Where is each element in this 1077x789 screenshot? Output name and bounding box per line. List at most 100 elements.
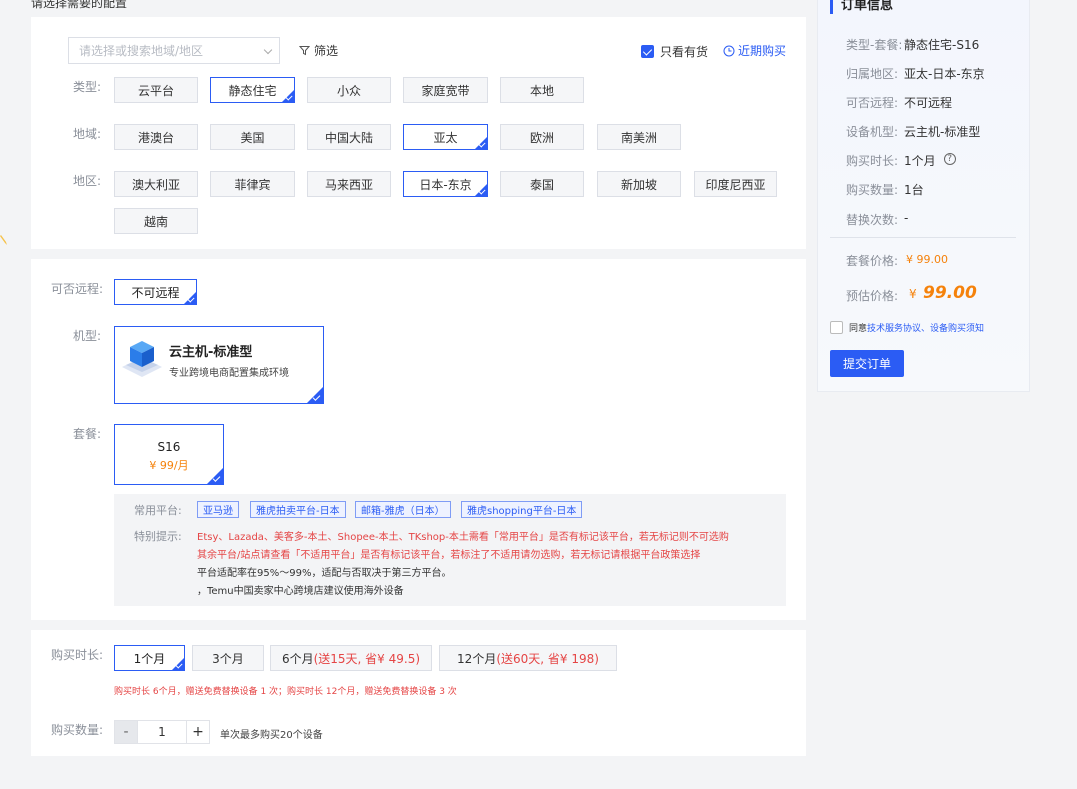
tip-line-3: 平台适配率在95%～99%，适配与否取决于第三方平台。 [197, 568, 452, 579]
help-icon[interactable]: ? [943, 153, 956, 165]
section-title: 请选择需要的配置 [31, 0, 128, 10]
tip-line-2: 其余平台/站点请查看「不适用平台」是否有标记该平台，若标注了不适用请勿选购，若无… [197, 550, 701, 561]
tip-line-1: Etsy、Lazada、美客多-本土、Shopee-本土、TKshop-本土需看… [197, 532, 729, 543]
duration-bonus-note: 购买时长 6个月，赠送免费替换设备 1 次；购买时长 12个月，赠送免费替换设备… [114, 687, 457, 697]
agree-prefix: 同意 [849, 324, 868, 334]
quantity-input[interactable]: 1 [137, 721, 187, 743]
package-name: S16 [157, 440, 181, 454]
package-price-label: 套餐价格: [846, 254, 899, 268]
area-option-thailand[interactable]: 泰国 [500, 171, 584, 197]
filter-icon [299, 46, 310, 56]
clock-icon [723, 45, 735, 56]
area-option-philippines[interactable]: 菲律宾 [210, 171, 295, 197]
duration-option-label: 6个月 [281, 651, 314, 666]
area-option-singapore[interactable]: 新加坡 [597, 171, 681, 197]
order-row-key: 购买数量: [846, 183, 899, 197]
filter-button[interactable]: 筛选 [299, 42, 338, 59]
agree-checkbox[interactable] [830, 321, 843, 334]
order-row-package: 类型-套餐: 静态住宅-S16 [846, 36, 979, 53]
quantity-increment-button[interactable]: + [187, 721, 209, 743]
type-option-local[interactable]: 本地 [500, 77, 584, 103]
in-stock-toggle[interactable]: 只看有货 [641, 43, 708, 60]
order-title: 订单信息 [830, 0, 893, 14]
region-option-usa[interactable]: 美国 [210, 124, 295, 150]
package-price-value: ¥ 99.00 [906, 253, 948, 266]
quantity-limit-note: 单次最多购买20个设备 [220, 730, 323, 741]
divider [830, 237, 1016, 238]
package-card-s16[interactable]: S16 ¥ 99/月 [114, 424, 224, 485]
chevron-down-icon [263, 45, 273, 55]
tip-line-4: ，Temu中国卖家中心跨境店建议使用海外设备 [197, 586, 404, 597]
duration-option-3m[interactable]: 3个月 [192, 645, 264, 671]
quantity-decrement-button[interactable]: - [115, 721, 137, 743]
order-row-value: 静态住宅-S16 [904, 38, 980, 52]
service-agreement-link[interactable]: 技术服务协议 [867, 321, 921, 334]
region-option-hk-mo-tw[interactable]: 港澳台 [114, 124, 198, 150]
order-row-value: 亚太-日本-东京 [904, 67, 985, 81]
duration-option-bonus: (送15天, 省¥ 49.5) [313, 651, 421, 666]
remote-label: 可否远程: [51, 282, 104, 296]
duration-option-label: 3个月 [212, 651, 244, 666]
purchase-notice-link[interactable]: 设备购买须知 [930, 321, 984, 334]
duration-label: 购买时长: [51, 648, 104, 662]
area-option-vietnam[interactable]: 越南 [114, 208, 198, 234]
area-option-malaysia[interactable]: 马来西亚 [307, 171, 391, 197]
duration-option-label: 12个月 [457, 651, 497, 666]
in-stock-label: 只看有货 [660, 45, 709, 59]
order-row-value: 1个月 [904, 154, 936, 168]
order-row-duration: 购买时长: 1个月 ? [846, 152, 956, 169]
estimated-price-value: 99.00 [923, 283, 977, 303]
agreement-row: 同意 技术服务协议 、 设备购买须知 [830, 321, 984, 334]
tip-label: 特别提示: [134, 530, 182, 543]
type-option-niche[interactable]: 小众 [307, 77, 391, 103]
area-label: 地区: [73, 174, 102, 188]
platform-label: 常用平台: [134, 504, 182, 517]
cube-server-icon [122, 341, 162, 377]
region-option-south-america[interactable]: 南美洲 [597, 124, 681, 150]
duration-option-6m[interactable]: 6个月 (送15天, 省¥ 49.5) [270, 645, 432, 671]
region-option-apac[interactable]: 亚太 [403, 124, 488, 150]
submit-order-button[interactable]: 提交订单 [830, 350, 904, 377]
order-row-model: 设备机型: 云主机-标准型 [846, 123, 980, 140]
recent-purchase-link[interactable]: 近期购买 [723, 42, 786, 59]
search-placeholder: 请选择或搜索地域/地区 [79, 44, 204, 58]
platform-info-box: 常用平台: 亚马逊 雅虎拍卖平台-日本 邮箱-雅虎（日本） 雅虎shopping… [114, 494, 786, 606]
order-row-value: 云主机-标准型 [904, 125, 981, 139]
type-label: 类型: [73, 80, 102, 94]
order-row-key: 可否远程: [846, 96, 899, 110]
order-row-key: 归属地区: [846, 67, 899, 81]
area-option-japan-tokyo[interactable]: 日本-东京 [403, 171, 488, 197]
platform-tag-yahoo-mail: 邮箱-雅虎（日本） [355, 501, 451, 518]
region-search-input[interactable]: 请选择或搜索地域/地区 [68, 37, 280, 64]
remote-option-none[interactable]: 不可远程 [114, 279, 197, 305]
config-panel: 请选择或搜索地域/地区 筛选 只看有货 近期购买 类型: 云平台 静态住宅 小众… [31, 17, 806, 249]
type-option-cloud[interactable]: 云平台 [114, 77, 198, 103]
order-row-remote: 可否远程: 不可远程 [846, 94, 952, 111]
platform-tag-yahoo-auction: 雅虎拍卖平台-日本 [250, 501, 346, 518]
package-label: 套餐: [73, 427, 102, 441]
purchase-panel: 购买时长: 1个月 3个月 6个月 (送15天, 省¥ 49.5) 12个月 (送6… [31, 630, 806, 756]
area-option-australia[interactable]: 澳大利亚 [114, 171, 198, 197]
platform-tag-amazon: 亚马逊 [197, 501, 239, 518]
region-label: 地域: [73, 127, 102, 141]
order-row-key: 购买时长: [846, 154, 899, 168]
order-row-value: 不可远程 [904, 96, 953, 110]
platform-tag-yahoo-shopping: 雅虎shopping平台-日本 [461, 501, 583, 518]
model-desc: 专业跨境电商配置集成环境 [169, 368, 289, 379]
type-option-home-broadband[interactable]: 家庭宽带 [403, 77, 488, 103]
estimated-price-label: 预估价格: [846, 289, 899, 303]
type-option-static-residential[interactable]: 静态住宅 [210, 77, 295, 103]
duration-option-12m[interactable]: 12个月 (送60天, 省¥ 198) [439, 645, 617, 671]
duration-option-label: 1个月 [133, 651, 166, 666]
in-stock-checkbox[interactable] [641, 45, 654, 58]
model-card-standard[interactable]: 云主机-标准型 专业跨境电商配置集成环境 [114, 326, 324, 404]
agree-separator: 、 [921, 324, 931, 334]
order-row-key: 替换次数: [846, 213, 899, 227]
area-option-indonesia[interactable]: 印度尼西亚 [694, 171, 777, 197]
duration-option-1m[interactable]: 1个月 [114, 645, 185, 671]
order-row-key: 类型-套餐: [846, 38, 903, 52]
order-row-value: - [904, 211, 909, 225]
device-panel: 可否远程: 不可远程 机型: 云主机-标准型 专业跨境电商配置集成环境 套餐: … [31, 259, 806, 620]
region-option-china[interactable]: 中国大陆 [307, 124, 391, 150]
region-option-europe[interactable]: 欧洲 [500, 124, 584, 150]
